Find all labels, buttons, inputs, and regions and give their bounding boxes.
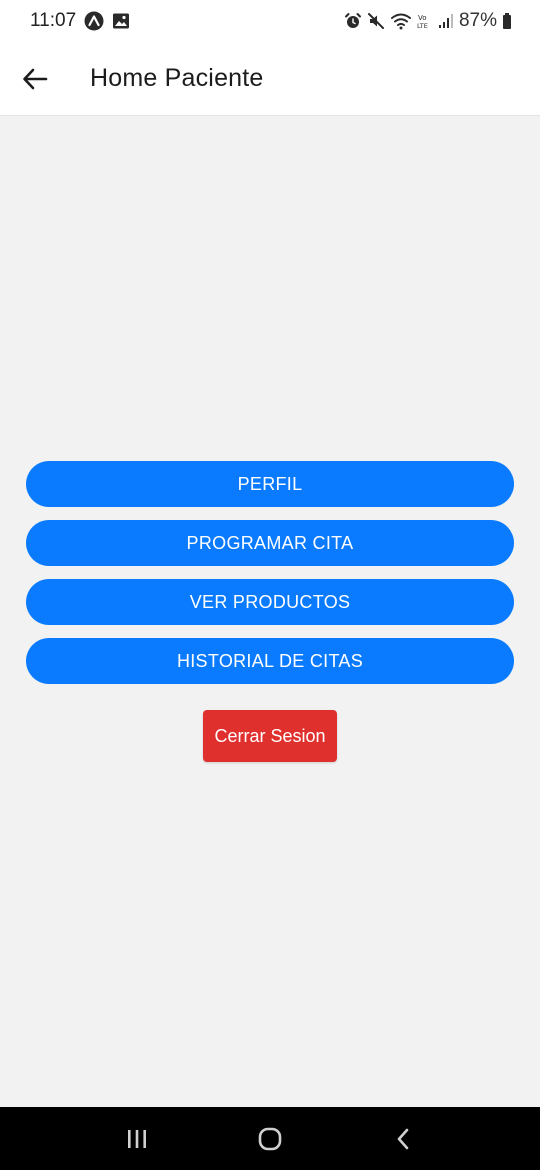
system-back-button[interactable]	[373, 1114, 433, 1164]
status-left: 11:07	[30, 10, 130, 32]
home-button[interactable]	[240, 1114, 300, 1164]
perfil-button[interactable]: PERFIL	[26, 461, 514, 507]
home-icon	[258, 1127, 282, 1150]
mute-icon	[367, 12, 385, 30]
logout-button[interactable]: Cerrar Sesion	[203, 710, 337, 762]
battery-icon	[502, 12, 512, 30]
system-nav-bar	[0, 1107, 540, 1170]
image-notification-icon	[112, 12, 130, 30]
status-right: Vo LTE 87%	[344, 10, 512, 32]
recent-apps-button[interactable]	[107, 1114, 167, 1164]
volte-icon: Vo LTE	[417, 12, 433, 30]
wifi-icon	[390, 12, 412, 30]
battery-percentage: 87%	[458, 10, 497, 31]
screen: 11:07 Vo LTE 87% Home Paciente PERFIL PR…	[0, 0, 540, 1170]
arrow-left-icon	[23, 68, 48, 89]
status-bar: 11:07 Vo LTE 87%	[0, 0, 540, 42]
programar-cita-button[interactable]: PROGRAMAR CITA	[26, 520, 514, 566]
signal-icon	[438, 12, 454, 30]
status-time: 11:07	[30, 10, 77, 31]
alarm-icon	[344, 12, 362, 30]
main-content: PERFIL PROGRAMAR CITA VER PRODUCTOS HIST…	[0, 116, 540, 1107]
svg-text:LTE: LTE	[417, 22, 428, 30]
recent-apps-icon	[127, 1129, 146, 1148]
svg-text:Vo: Vo	[418, 14, 427, 22]
page-title: Home Paciente	[90, 64, 264, 92]
back-icon	[398, 1128, 409, 1149]
historial-citas-button[interactable]: HISTORIAL DE CITAS	[26, 638, 514, 684]
back-button[interactable]	[10, 54, 60, 104]
expo-app-icon	[84, 11, 104, 31]
app-bar: Home Paciente	[0, 42, 540, 116]
ver-productos-button[interactable]: VER PRODUCTOS	[26, 579, 514, 625]
